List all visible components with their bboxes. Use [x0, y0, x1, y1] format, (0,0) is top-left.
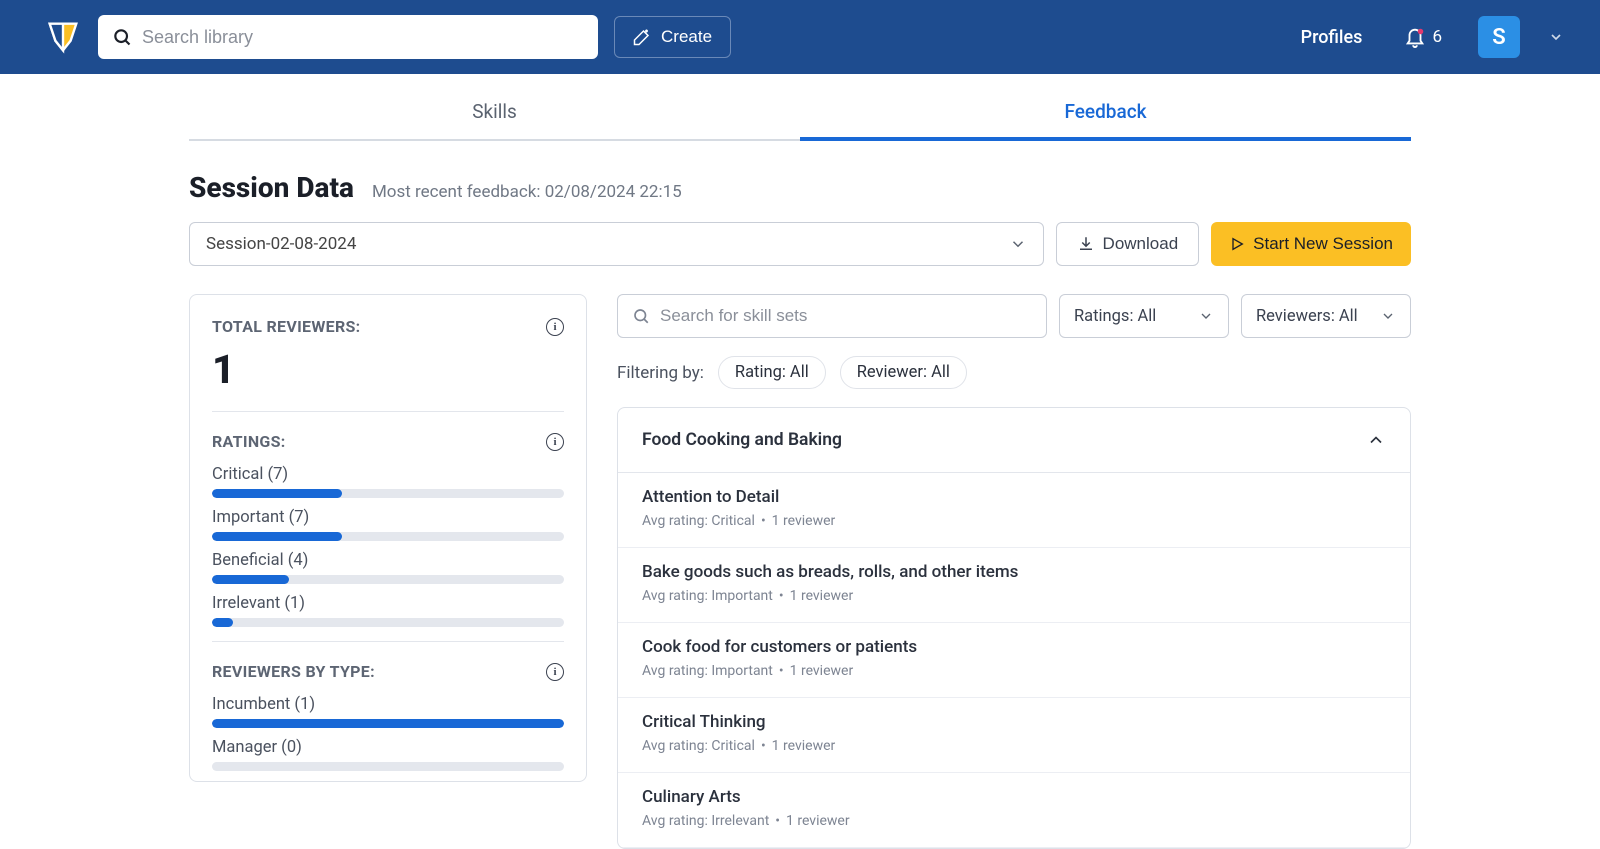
search-library-input[interactable] — [142, 27, 584, 48]
bar-fill — [212, 719, 564, 728]
start-new-session-button[interactable]: Start New Session — [1211, 222, 1411, 266]
magic-wand-icon — [633, 28, 651, 46]
download-icon — [1077, 235, 1095, 253]
top-nav: Create Profiles 6 S — [0, 0, 1600, 74]
filtering-by-label: Filtering by: — [617, 363, 704, 383]
skill-group-title: Food Cooking and Baking — [642, 430, 842, 450]
search-icon — [112, 27, 132, 47]
bar-track — [212, 762, 564, 771]
download-label: Download — [1103, 234, 1179, 254]
chevron-down-icon — [1380, 308, 1396, 324]
logo-icon — [44, 18, 82, 56]
start-new-session-label: Start New Session — [1253, 234, 1393, 254]
bar-fill — [212, 618, 233, 627]
create-button[interactable]: Create — [614, 16, 731, 58]
skill-item-title: Bake goods such as breads, rolls, and ot… — [642, 562, 1386, 582]
chevron-down-icon — [1548, 29, 1564, 45]
chevron-down-icon — [1198, 308, 1214, 324]
skill-item-meta: Avg rating: Critical1 reviewer — [642, 513, 1386, 529]
rating-bar-row: Important (7) — [212, 508, 564, 541]
skill-search[interactable] — [617, 294, 1047, 338]
page-tabs: Skills Feedback — [189, 76, 1411, 141]
bar-track — [212, 575, 564, 584]
create-button-label: Create — [661, 27, 712, 47]
skill-group-card: Food Cooking and Baking Attention to Det… — [617, 407, 1411, 849]
filter-pill-reviewer[interactable]: Reviewer: All — [840, 356, 967, 389]
filter-pill-rating[interactable]: Rating: All — [718, 356, 826, 389]
reviewer-types-label: REVIEWERS BY TYPE: — [212, 662, 375, 681]
bell-icon — [1404, 26, 1426, 48]
bar-label: Irrelevant (1) — [212, 594, 564, 613]
profiles-link[interactable]: Profiles — [1301, 27, 1363, 48]
search-icon — [632, 307, 650, 325]
skill-item[interactable]: Attention to Detail Avg rating: Critical1… — [618, 473, 1410, 548]
total-reviewers-value: 1 — [212, 346, 564, 393]
bar-track — [212, 618, 564, 627]
skill-search-input[interactable] — [660, 306, 1032, 326]
total-reviewers-label: TOTAL REVIEWERS: — [212, 317, 360, 336]
rating-bar-row: Irrelevant (1) — [212, 594, 564, 627]
bar-track — [212, 532, 564, 541]
skill-group-header[interactable]: Food Cooking and Baking — [618, 408, 1410, 473]
bar-track — [212, 489, 564, 498]
info-icon[interactable]: i — [546, 663, 564, 681]
bar-label: Beneficial (4) — [212, 551, 564, 570]
skill-item-title: Cook food for customers or patients — [642, 637, 1386, 657]
skill-item-title: Culinary Arts — [642, 787, 1386, 807]
rating-bar-row: Incumbent (1) — [212, 695, 564, 728]
bar-track — [212, 719, 564, 728]
skill-item-meta: Avg rating: Critical1 reviewer — [642, 738, 1386, 754]
rating-bar-row: Critical (7) — [212, 465, 564, 498]
page-title: Session Data — [189, 171, 354, 204]
skill-item[interactable]: Critical Thinking Avg rating: Critical1 r… — [618, 698, 1410, 773]
bar-fill — [212, 575, 289, 584]
bar-label: Critical (7) — [212, 465, 564, 484]
skill-item-title: Attention to Detail — [642, 487, 1386, 507]
skill-item[interactable]: Cook food for customers or patients Avg r… — [618, 623, 1410, 698]
bar-label: Important (7) — [212, 508, 564, 527]
session-select[interactable]: Session-02-08-2024 — [189, 222, 1044, 266]
tab-skills[interactable]: Skills — [189, 76, 800, 139]
search-library[interactable] — [98, 15, 598, 59]
skill-item-title: Critical Thinking — [642, 712, 1386, 732]
page-subtitle: Most recent feedback: 02/08/2024 22:15 — [372, 182, 682, 202]
bar-fill — [212, 489, 342, 498]
session-select-value: Session-02-08-2024 — [206, 234, 356, 254]
skill-item[interactable]: Bake goods such as breads, rolls, and ot… — [618, 548, 1410, 623]
ratings-filter-select[interactable]: Ratings: All — [1059, 294, 1229, 338]
ratings-label: RATINGS: — [212, 432, 286, 451]
avatar-menu-caret[interactable] — [1548, 29, 1564, 45]
rating-bar-row: Manager (0) — [212, 738, 564, 771]
download-button[interactable]: Download — [1056, 222, 1200, 266]
reviewers-filter-value: Reviewers: All — [1256, 307, 1358, 326]
bar-label: Incumbent (1) — [212, 695, 564, 714]
tab-feedback[interactable]: Feedback — [800, 76, 1411, 139]
skill-item-meta: Avg rating: Important1 reviewer — [642, 588, 1386, 604]
rating-bar-row: Beneficial (4) — [212, 551, 564, 584]
skill-item[interactable]: Culinary Arts Avg rating: Irrelevant1 rev… — [618, 773, 1410, 848]
notification-count: 6 — [1432, 27, 1442, 47]
avatar[interactable]: S — [1478, 16, 1520, 58]
notifications-button[interactable]: 6 — [1404, 26, 1442, 48]
chevron-down-icon — [1009, 235, 1027, 253]
reviewers-filter-select[interactable]: Reviewers: All — [1241, 294, 1411, 338]
bar-fill — [212, 532, 342, 541]
chevron-up-icon — [1366, 430, 1386, 450]
skill-item-meta: Avg rating: Important1 reviewer — [642, 663, 1386, 679]
info-icon[interactable]: i — [546, 318, 564, 336]
play-icon — [1229, 236, 1245, 252]
info-icon[interactable]: i — [546, 433, 564, 451]
summary-panel: TOTAL REVIEWERS: i 1 RATINGS: i Critical… — [189, 294, 587, 782]
skill-item-meta: Avg rating: Irrelevant1 reviewer — [642, 813, 1386, 829]
ratings-filter-value: Ratings: All — [1074, 307, 1156, 326]
bar-label: Manager (0) — [212, 738, 564, 757]
